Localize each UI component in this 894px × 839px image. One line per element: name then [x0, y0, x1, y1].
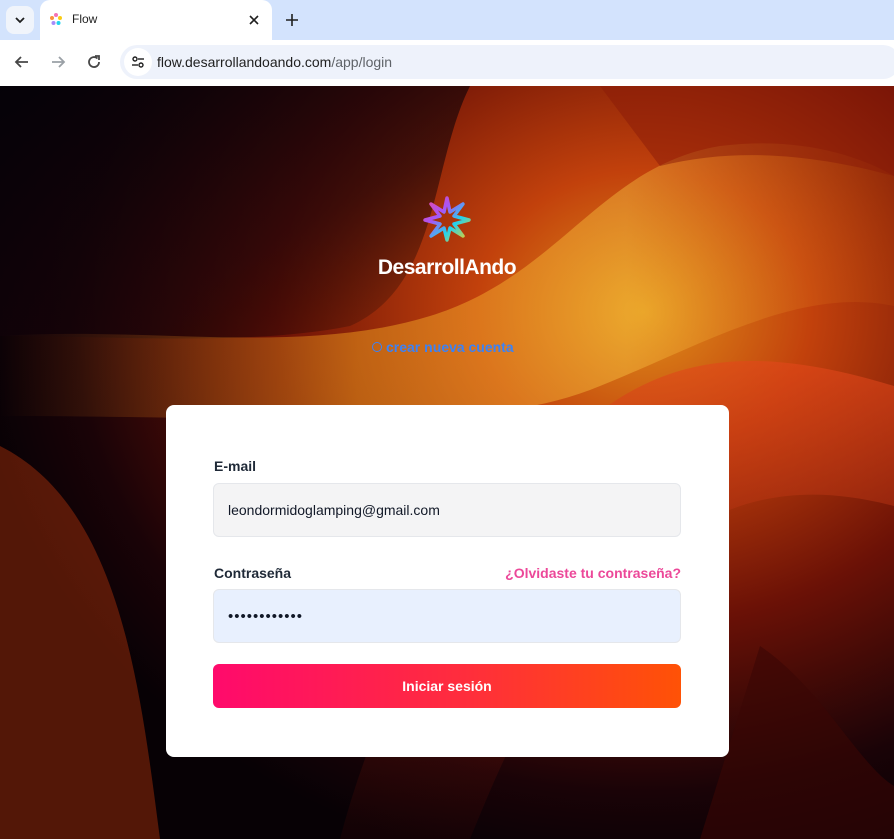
tab-title: Flow	[72, 12, 98, 26]
tune-icon	[132, 56, 144, 68]
browser-tab-bar: Flow	[0, 0, 894, 40]
forgot-password-link[interactable]: ¿Olvidaste tu contraseña?	[505, 565, 681, 581]
browser-toolbar: flow.desarrollandoando.com/app/login	[0, 40, 894, 86]
email-field[interactable]: leondormidoglamping@gmail.com	[213, 483, 681, 537]
plus-icon	[286, 14, 298, 26]
url-host: flow.desarrollandoando.com	[157, 54, 332, 70]
reload-button[interactable]	[80, 48, 108, 76]
close-icon	[249, 15, 259, 25]
back-button[interactable]	[8, 48, 36, 76]
address-bar[interactable]: flow.desarrollandoando.com/app/login	[120, 45, 894, 79]
email-label: E-mail	[214, 458, 257, 474]
close-tab-button[interactable]	[244, 10, 264, 30]
brand-logo-icon	[423, 196, 471, 242]
tab-search-button[interactable]	[6, 6, 34, 34]
flower-favicon-icon	[50, 13, 62, 25]
brand-name: DesarrollAndo	[377, 256, 517, 279]
site-info-button[interactable]	[124, 48, 152, 76]
forward-button[interactable]	[44, 48, 72, 76]
password-field[interactable]: ••••••••••••	[213, 589, 681, 643]
login-card: E-mail leondormidoglamping@gmail.com Con…	[166, 405, 729, 757]
password-label: Contraseña	[214, 565, 292, 581]
login-button[interactable]: Iniciar sesión	[213, 664, 681, 708]
reload-icon	[88, 55, 100, 68]
url-path: /app/login	[331, 54, 393, 70]
arrow-left-icon	[14, 56, 28, 68]
circle-icon	[372, 342, 382, 352]
chevron-down-icon	[15, 17, 25, 24]
create-account-label: crear nueva cuenta	[386, 339, 514, 355]
url-text: flow.desarrollandoando.com/app/login	[157, 54, 392, 70]
create-account-link[interactable]: crear nueva cuenta	[372, 338, 514, 356]
browser-tab[interactable]: Flow	[40, 0, 272, 40]
arrow-right-icon	[52, 56, 66, 68]
new-tab-button[interactable]	[280, 8, 304, 32]
login-page: DesarrollAndo crear nueva cuenta E-mail …	[0, 86, 894, 839]
